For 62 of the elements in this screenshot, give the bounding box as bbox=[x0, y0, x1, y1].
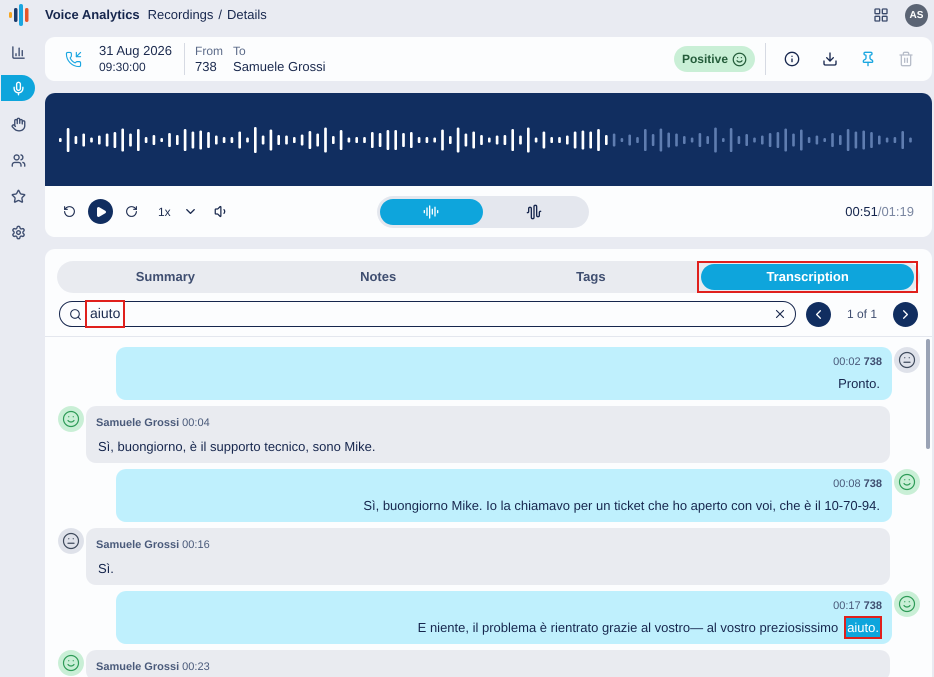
from-value: 738 bbox=[195, 59, 218, 75]
speaker-name: Samuele Grossi bbox=[96, 416, 180, 431]
search-value: aiuto bbox=[90, 305, 120, 321]
message-time: 00:23 bbox=[182, 660, 210, 675]
download-icon[interactable] bbox=[822, 51, 838, 67]
star-icon bbox=[10, 188, 26, 204]
breadcrumb-item[interactable]: Recordings bbox=[148, 5, 214, 25]
rewind-icon[interactable] bbox=[63, 205, 76, 218]
waveform-icon bbox=[526, 204, 542, 220]
settings-icon bbox=[10, 224, 26, 240]
message-time: 00:08 bbox=[833, 477, 861, 492]
pin-icon[interactable] bbox=[860, 51, 876, 67]
forward-icon[interactable] bbox=[125, 205, 138, 218]
incoming-call-icon bbox=[65, 50, 82, 68]
speaker-name: Samuele Grossi bbox=[96, 538, 180, 553]
tab[interactable]: Summary bbox=[59, 264, 272, 290]
breadcrumb-separator: / bbox=[218, 6, 222, 24]
call-time: 09:30:00 bbox=[99, 59, 147, 75]
to-value: Samuele Grossi bbox=[233, 59, 326, 75]
hand-icon bbox=[10, 116, 26, 132]
playback-duration: /01:19 bbox=[878, 204, 914, 219]
app-title: Voice Analytics bbox=[45, 6, 140, 24]
speaker-name: 738 bbox=[864, 599, 882, 614]
apps-grid-icon[interactable] bbox=[873, 7, 889, 23]
sentiment-badge: Positive bbox=[674, 46, 755, 72]
logo-icon bbox=[8, 4, 30, 26]
to-label: To bbox=[233, 43, 247, 59]
message-text: Sì, buongiorno, è il supporto tecnico, sono Mike. bbox=[97, 438, 376, 456]
speaker-name: 738 bbox=[864, 355, 882, 370]
chart-icon bbox=[10, 44, 26, 60]
smiley-icon bbox=[732, 52, 747, 66]
scrollbar-thumb[interactable] bbox=[926, 339, 930, 449]
tab[interactable]: Notes bbox=[272, 264, 484, 290]
message-time: 00:16 bbox=[182, 538, 210, 553]
message-time: 00:17 bbox=[833, 599, 861, 614]
speed-value[interactable]: 1x bbox=[158, 202, 171, 220]
search-match: aiuto. bbox=[844, 616, 882, 639]
message-time: 00:02 bbox=[833, 355, 861, 370]
match-counter: 1 of 1 bbox=[846, 306, 877, 323]
playback-position: 00:51 bbox=[845, 204, 878, 219]
message-text: E niente, il problema è rientrato grazie al vostro— al vostro preziosissimo bbox=[416, 618, 840, 637]
breadcrumb-item: Details bbox=[227, 6, 267, 24]
info-icon[interactable] bbox=[784, 51, 800, 67]
call-date: 31 Aug 2026 bbox=[99, 43, 172, 59]
previous-button[interactable] bbox=[806, 302, 831, 326]
next-button[interactable] bbox=[893, 302, 918, 326]
message-text: Sì, buongiorno Mike. Io la chiamavo per un ticket che ho aperto con voi, che è il 10-70-94. bbox=[362, 496, 881, 515]
speaker-name: Samuele Grossi bbox=[96, 660, 180, 675]
message-text: Pronto. bbox=[837, 374, 881, 392]
from-label: From bbox=[195, 43, 224, 59]
speaker-name: 738 bbox=[864, 477, 882, 492]
play-button[interactable] bbox=[88, 199, 113, 224]
user-avatar[interactable]: AS bbox=[905, 4, 928, 26]
message-time: 00:04 bbox=[182, 416, 210, 431]
play-icon bbox=[94, 206, 106, 218]
group-icon bbox=[10, 152, 26, 168]
message-text: Sì. bbox=[97, 560, 115, 578]
search-field[interactable]: aiuto bbox=[59, 301, 796, 327]
tab[interactable]: Tags bbox=[484, 264, 698, 290]
microphone-icon bbox=[10, 80, 26, 96]
audio-lines-icon bbox=[423, 204, 440, 220]
search-icon bbox=[69, 308, 82, 320]
